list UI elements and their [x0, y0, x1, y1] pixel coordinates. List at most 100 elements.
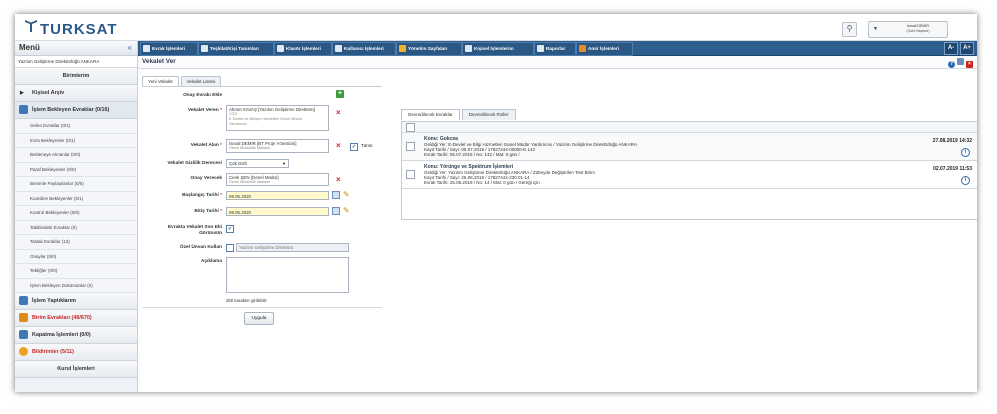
toolbar-teskilat[interactable]: Teşkilat/Kişi Tanımları — [198, 42, 274, 56]
hierarchy-icon[interactable] — [957, 58, 964, 65]
toolbar-raporlar[interactable]: Raporlar — [534, 42, 576, 56]
ozel-unvan-checkbox[interactable] — [226, 244, 234, 252]
row-onay-evraki: Onay Evrakı Ekle + — [142, 90, 382, 102]
sidebar-section-bildirimler[interactable]: Bildirimler (5/11) — [15, 344, 137, 361]
toolbar-kisisel[interactable]: Kişisel İşlemlerim — [462, 42, 534, 56]
son-eki-checkbox[interactable]: ✓ — [226, 225, 234, 233]
sidebar-section-birim-evraklari[interactable]: Birim Evrakları (48/670) — [15, 310, 137, 327]
sidebar-section-label: Birimlerim — [62, 73, 90, 79]
menu-title: Menü — [19, 43, 40, 52]
tab-yeni-vekalet[interactable]: Yeni Vekalet — [142, 76, 179, 86]
sidebar-item[interactable]: Tebliğler (0/0) — [15, 264, 137, 279]
aciklama-textarea[interactable] — [226, 257, 349, 293]
tab-devredilecek-roller[interactable]: Devredilecek Roller — [461, 109, 516, 120]
close-icon[interactable]: × — [966, 61, 973, 68]
toolbar-label: Teşkilat/Kişi Tanımları — [210, 46, 259, 51]
onay-verecek-field[interactable]: Cenk ŞEN [Genel Müdür] Genel Müdürlük Ma… — [226, 173, 329, 186]
menu-header: Menü « — [15, 41, 137, 56]
vekalet-alan-label: Vekalet Alan * — [191, 143, 222, 148]
toolbar-amir[interactable]: Amir İşlemleri — [576, 42, 633, 56]
sidebar-section-kisisel-arsiv[interactable]: ▶ Kişisel Arşiv — [15, 85, 137, 102]
sidebar-section-kapatma[interactable]: Kapatma İşlemleri (0/0) — [15, 327, 137, 344]
document-icon — [19, 296, 28, 305]
sidebar-section-label: Kapatma İşlemleri (0/0) — [32, 332, 91, 338]
select-all-checkbox[interactable] — [406, 123, 415, 132]
sidebar-item[interactable]: Gelen Evraklar (0/1) — [15, 119, 137, 134]
sidebar-item[interactable]: Taslak Evraklar (13) — [15, 235, 137, 250]
info-icon[interactable]: i — [961, 148, 970, 157]
toolbar-evrak-islemleri[interactable]: Evrak İşlemleri — [140, 42, 198, 56]
sidebar-section-birimlerim[interactable]: Birimlerim — [15, 68, 137, 85]
sidebar-item[interactable]: Koordine Bekleyenler (0/1) — [15, 191, 137, 206]
sidebar-item[interactable]: Onaylar (0/0) — [15, 249, 137, 264]
font-decrease-button[interactable]: A- — [944, 42, 958, 55]
son-eki-label: Evrakta Vekalet Son Eki Görünsün — [168, 225, 222, 236]
ozel-unvan-input[interactable]: Yazılım Geliştirme Direktörü — [236, 243, 349, 252]
vekalet-veren-field[interactable]: Ahmet SAVAŞ [Yazılım Geliştirme Direktör… — [226, 105, 329, 131]
info-icon[interactable]: i — [961, 176, 970, 185]
chevron-down-icon: ▼ — [873, 26, 878, 32]
vekalet-veren-title-2: Yardımcısı — [229, 122, 247, 126]
sidebar-section-islem-bekleyen[interactable]: İşlem Bekleyen Evraklar (0/16) — [15, 102, 137, 119]
toolbar-klasor[interactable]: Klasör İşlemleri — [274, 42, 332, 56]
sidebar-item[interactable]: İmza Bekleyenler (0/1) — [15, 133, 137, 148]
folder-icon — [277, 44, 284, 52]
vekalet-veren-text: Vekalet Veren — [187, 108, 219, 113]
sidebar-items: Gelen Evraklar (0/1) İmza Bekleyenler (0/… — [15, 119, 137, 293]
user-title: (Daire Başkanı) — [906, 29, 930, 33]
gizlilik-select[interactable]: Çok Gizli ▼ — [226, 159, 289, 168]
tab-vekalet-listesi[interactable]: Vekalet Listesi — [180, 76, 222, 86]
item-date: 02.07.2019 11:53 — [933, 166, 972, 172]
calendar-icon[interactable] — [332, 191, 340, 199]
sidebar-item[interactable]: İşlem Bekleyen Dokümanlar (0) — [15, 278, 137, 293]
brand-logo: TURKSAT — [25, 20, 118, 38]
row-bitis: Bitiş Tarihi * 06.05.2020 ✎ — [142, 206, 382, 219]
baslangic-date-input[interactable]: 06.05.2020 — [226, 191, 329, 200]
manager-icon — [579, 44, 586, 52]
tumu-checkbox[interactable]: ✓ — [350, 143, 358, 151]
calendar-icon[interactable] — [332, 207, 340, 215]
clear-icon[interactable]: × — [336, 175, 341, 184]
font-increase-button[interactable]: A+ — [960, 42, 974, 55]
turksat-logo-icon — [25, 20, 37, 32]
chevron-down-icon: ▼ — [282, 161, 286, 166]
main-content: Vekalet Ver ? × Yeni Vekalet Vekalet List… — [138, 56, 977, 392]
user-icon — [335, 44, 342, 52]
vekalet-alan-field[interactable]: İsmail DEMİR [BT Proje Yöneticisi] Genel… — [226, 139, 329, 153]
toolbar-yonetim[interactable]: Yönetim Sayfaları — [396, 42, 462, 56]
help-icon[interactable]: ? — [948, 61, 955, 68]
add-icon[interactable]: + — [336, 90, 344, 98]
bitis-date-input[interactable]: 06.05.2020 — [226, 207, 329, 216]
uygula-button[interactable]: Uygula — [244, 312, 274, 325]
search-icon: ⚲ — [846, 24, 853, 33]
page-title-bar: Vekalet Ver ? × — [138, 56, 977, 69]
toolbar-kullanici[interactable]: Kullanıcı İşlemleri — [332, 42, 396, 56]
collapse-menu-icon[interactable]: « — [128, 43, 132, 52]
page-tabs: Yeni Vekalet Vekalet Listesi — [142, 76, 223, 86]
alert-icon — [19, 347, 28, 356]
sidebar-item[interactable]: Takibindeki Evraklar (0) — [15, 220, 137, 235]
sidebar-item[interactable]: Kontrol Bekleyenler (0/0) — [15, 206, 137, 221]
item-checkbox[interactable] — [406, 142, 415, 151]
page-actions: ? × — [946, 58, 973, 68]
sidebar-section-kurul[interactable]: Kurul İşlemleri — [15, 361, 137, 378]
search-button[interactable]: ⚲ — [842, 22, 857, 37]
app-header: TURKSAT ⚲ ▼ İsmail DEMİR (Daire Başkanı) — [15, 14, 977, 41]
clear-date-icon[interactable]: ✎ — [343, 206, 351, 215]
sidebar-section-label: Kişisel Arşiv — [32, 90, 65, 96]
list-item[interactable]: Konu: Yörünge ve Spektrum İşlemleri Geldi… — [402, 161, 977, 189]
row-vekalet-alan: Vekalet Alan * İsmail DEMİR [BT Proje Yö… — [142, 139, 382, 155]
sidebar-section-islem-yaptiklarim[interactable]: İşlem Yaptıklarım — [15, 293, 137, 310]
tab-devredilecek-evraklar[interactable]: Devredilecek Evraklar — [401, 109, 460, 120]
item-checkbox[interactable] — [406, 170, 415, 179]
toolbar-label: Klasör İşlemleri — [286, 46, 321, 51]
list-item[interactable]: Konu: Gokcea Geldiği Yer: E-Devlet ve Bil… — [402, 133, 977, 161]
sidebar-item[interactable]: Benimle Paylaşılanlar (0/5) — [15, 177, 137, 192]
clear-icon[interactable]: × — [336, 108, 341, 117]
sidebar-item[interactable]: Paraf Bekleyenler (0/0) — [15, 162, 137, 177]
clear-icon[interactable]: × — [336, 141, 341, 150]
sidebar-item[interactable]: Bekleneye Alınanlar (0/0) — [15, 148, 137, 163]
user-menu[interactable]: ▼ İsmail DEMİR (Daire Başkanı) — [868, 21, 948, 38]
clear-date-icon[interactable]: ✎ — [343, 190, 351, 199]
active-unit[interactable]: Yazılım Geliştirme Direktörlüğü ANKARA — [15, 56, 137, 68]
